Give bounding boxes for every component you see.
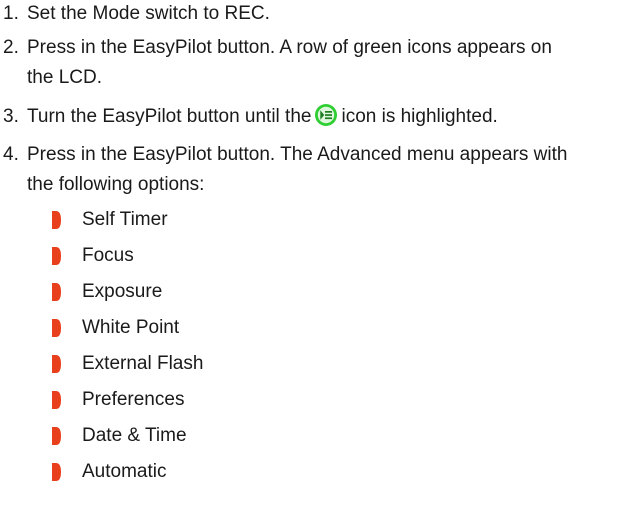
option-item: White Point [52, 311, 632, 345]
advanced-menu-icon [314, 103, 338, 127]
option-label: White Point [82, 317, 180, 338]
bullet-icon [52, 391, 61, 409]
bullet-icon [52, 427, 61, 445]
bullet-icon [52, 355, 61, 373]
step-number: 2. [3, 37, 19, 58]
option-label: Focus [82, 245, 134, 266]
option-label: External Flash [82, 353, 204, 374]
bullet-icon [52, 283, 61, 301]
step-text: Set the Mode switch to REC. [27, 3, 270, 24]
instruction-document: 1. Set the Mode switch to REC. 2. Press … [0, 0, 644, 526]
option-label: Automatic [82, 461, 167, 482]
step-text-line-2: the LCD. [27, 67, 102, 88]
step-text-line-1: Press in the EasyPilot button. A row of … [27, 37, 552, 58]
option-item: Focus [52, 239, 632, 273]
option-label: Preferences [82, 389, 185, 410]
option-label: Exposure [82, 281, 163, 302]
step-text-before-icon: Turn the EasyPilot button until the [27, 106, 312, 127]
option-label: Date & Time [82, 425, 187, 446]
option-item: Self Timer [52, 203, 632, 237]
step-number: 1. [3, 3, 19, 24]
option-item: Date & Time [52, 419, 632, 453]
step-text-line-1: Press in the EasyPilot button. The Advan… [27, 144, 568, 165]
step-number: 3. [3, 106, 19, 127]
option-item: Exposure [52, 275, 632, 309]
step-text: Turn the EasyPilot button until the icon… [27, 100, 639, 134]
option-item: External Flash [52, 347, 632, 381]
step-number: 4. [3, 144, 19, 165]
bullet-icon [52, 319, 61, 337]
bullet-icon [52, 211, 61, 229]
option-item: Automatic [52, 455, 632, 489]
step-text-line-2: the following options: [27, 174, 205, 195]
step-text-after-icon: icon is highlighted. [341, 106, 498, 127]
option-label: Self Timer [82, 209, 168, 230]
bullet-icon [52, 463, 61, 481]
bullet-icon [52, 247, 61, 265]
option-item: Preferences [52, 383, 632, 417]
